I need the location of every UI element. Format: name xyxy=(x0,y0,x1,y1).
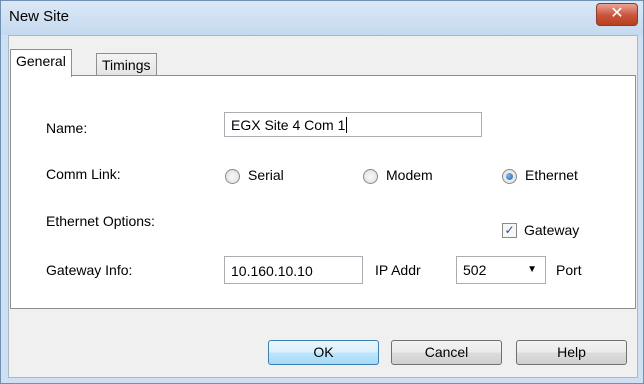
help-button[interactable]: Help xyxy=(516,340,627,365)
help-button-label: Help xyxy=(557,344,586,360)
name-input-value: EGX Site 4 Com 1 xyxy=(231,117,346,133)
tab-timings[interactable]: Timings xyxy=(96,53,157,76)
gateway-checkbox-label[interactable]: Gateway xyxy=(524,222,579,238)
gateway-checkbox[interactable]: ✓ xyxy=(502,223,517,238)
ok-button-label: OK xyxy=(313,344,334,360)
ethernet-radio-label[interactable]: Ethernet xyxy=(525,167,578,183)
tab-strip: General Timings xyxy=(9,36,637,77)
port-label: Port xyxy=(556,262,582,278)
checkmark-icon: ✓ xyxy=(504,223,515,237)
cancel-button-label: Cancel xyxy=(424,344,469,360)
ip-address-input[interactable]: 10.160.10.10 xyxy=(224,256,363,284)
ethernet-options-label: Ethernet Options: xyxy=(46,213,155,229)
tab-general-label: General xyxy=(16,53,66,69)
serial-radio-label[interactable]: Serial xyxy=(248,167,284,183)
port-select[interactable]: 502 ▼ xyxy=(456,256,546,284)
tab-timings-label: Timings xyxy=(102,57,151,73)
cancel-button[interactable]: Cancel xyxy=(391,340,502,365)
tab-general[interactable]: General xyxy=(10,49,72,77)
ethernet-radio[interactable] xyxy=(502,169,517,184)
comm-link-label: Comm Link: xyxy=(46,166,121,182)
gateway-info-label: Gateway Info: xyxy=(46,262,133,278)
new-site-dialog: New Site ✕ General Timings Name: EGX Sit… xyxy=(0,0,644,384)
name-label: Name: xyxy=(46,120,88,136)
port-select-value: 502 xyxy=(463,262,487,278)
ip-addr-label: IP Addr xyxy=(375,262,421,278)
name-input[interactable]: EGX Site 4 Com 1 xyxy=(224,112,482,137)
window-title: New Site xyxy=(9,8,70,25)
serial-radio[interactable] xyxy=(225,169,240,184)
modem-radio[interactable] xyxy=(363,169,378,184)
modem-radio-label[interactable]: Modem xyxy=(386,167,433,183)
dialog-client-area: General Timings Name: EGX Site 4 Com 1 C… xyxy=(8,35,638,378)
general-panel: Name: EGX Site 4 Com 1 Comm Link: Serial… xyxy=(10,75,636,309)
chevron-down-icon[interactable]: ▼ xyxy=(527,257,537,283)
close-icon: ✕ xyxy=(610,5,624,22)
ip-address-value: 10.160.10.10 xyxy=(231,263,313,279)
close-button[interactable]: ✕ xyxy=(596,3,638,26)
text-caret xyxy=(346,117,348,133)
title-bar[interactable]: New Site ✕ xyxy=(1,1,643,35)
ok-button[interactable]: OK xyxy=(268,340,379,365)
